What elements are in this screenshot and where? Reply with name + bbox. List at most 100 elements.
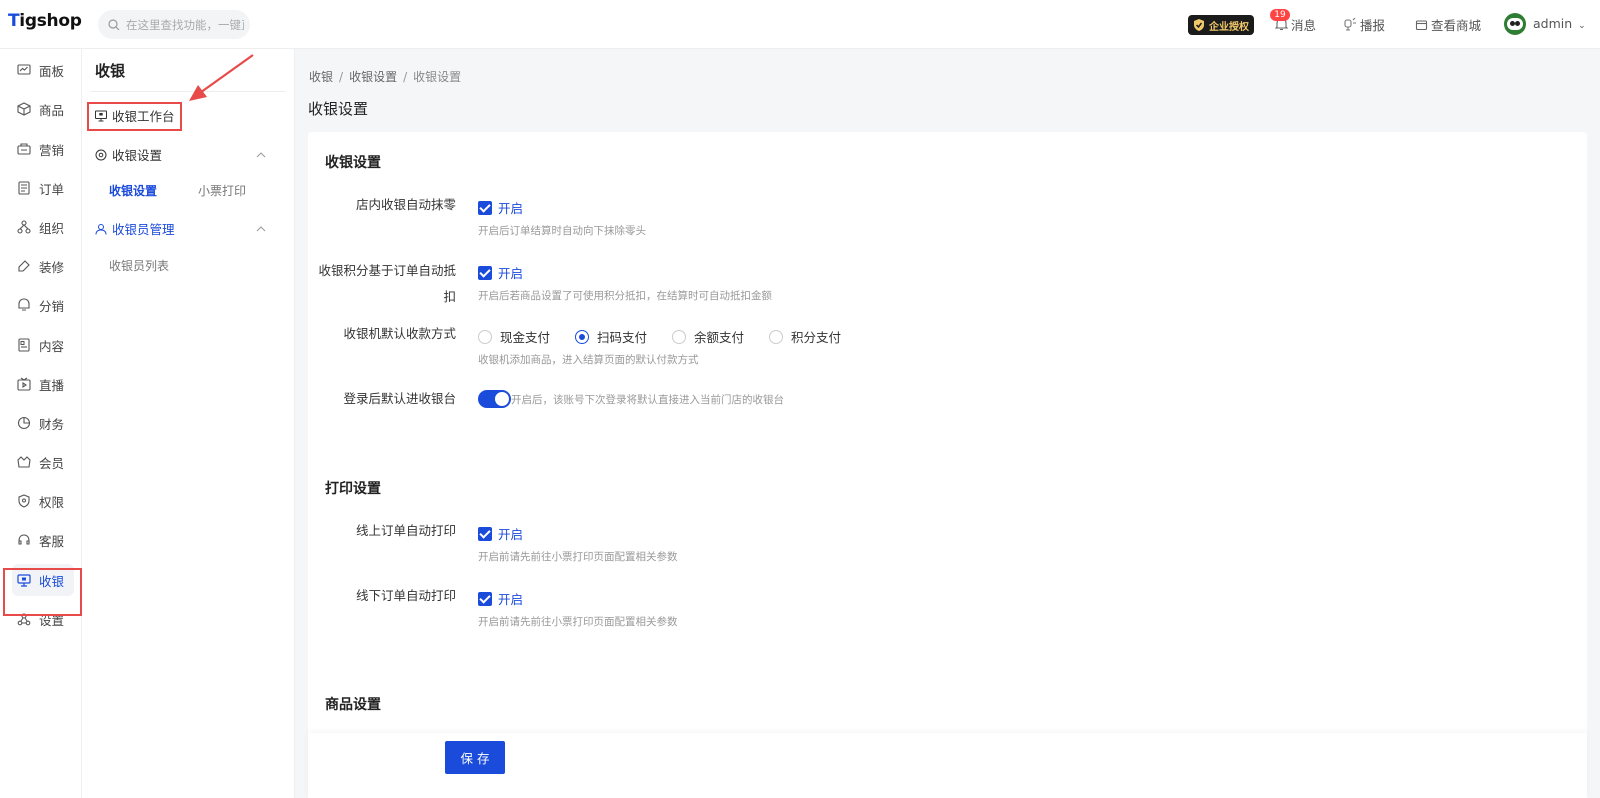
- sidebar-item-label: 权限: [39, 494, 65, 510]
- subnav-group-label: 收银员管理: [112, 222, 175, 237]
- permission-icon: [18, 494, 30, 508]
- checkbox-label: 开启: [498, 266, 524, 281]
- checkbox-checked[interactable]: [478, 591, 492, 606]
- checkbox-checked[interactable]: [478, 200, 492, 215]
- radio-points[interactable]: 积分支付: [769, 327, 841, 346]
- sidebar-item-live[interactable]: 直播: [12, 368, 74, 400]
- radio-label: 积分支付: [791, 330, 842, 345]
- subnav-link-cashier-list[interactable]: 收银员列表: [109, 257, 169, 274]
- view-store-button[interactable]: 查看商城: [1415, 15, 1481, 33]
- form-label: 收银积分基于订单自动抵 扣: [308, 258, 456, 310]
- sidebar-item-finance[interactable]: 财务: [12, 407, 74, 439]
- sidebar-item-label: 内容: [39, 338, 65, 354]
- search-input[interactable]: [126, 17, 244, 32]
- top-header: Tigshop 企业授权 消息 19 播报 查看商城 admin ⌄: [0, 0, 1600, 49]
- view-store-label: 查看商城: [1431, 17, 1482, 33]
- enterprise-auth-badge[interactable]: 企业授权: [1188, 15, 1254, 35]
- radio-balance[interactable]: 余额支付: [672, 327, 744, 346]
- online-print-checkbox[interactable]: 开启: [478, 524, 523, 543]
- member-icon: [17, 456, 31, 468]
- annotation-arrow-icon: [189, 54, 254, 101]
- store-icon: [1415, 19, 1428, 30]
- sidebar-item-customer-service[interactable]: 客服: [12, 524, 74, 556]
- auth-badge-label: 企业授权: [1209, 21, 1249, 33]
- subnav-group-cashier-staff[interactable]: 收银员管理: [95, 219, 283, 238]
- sidebar-item-marketing[interactable]: 营销: [12, 133, 74, 165]
- sidebar-item-decoration[interactable]: 装修: [12, 250, 74, 282]
- subnav-group-cashier-settings[interactable]: 收银设置: [95, 145, 283, 164]
- radio-label: 余额支付: [694, 330, 745, 345]
- offline-print-checkbox[interactable]: 开启: [478, 589, 523, 608]
- form-label: 店内收银自动抹零: [355, 197, 456, 212]
- sidebar-item-label: 组织: [39, 220, 65, 236]
- sidebar-item-organization[interactable]: 组织: [12, 211, 74, 243]
- distribution-icon: [18, 298, 30, 311]
- form-hint: 开启后若商品设置了可使用积分抵扣，在结算时可自动抵扣金额: [478, 290, 772, 302]
- breadcrumb-item[interactable]: 收银设置: [349, 70, 397, 84]
- checkbox-label: 开启: [498, 527, 524, 542]
- highlight-box-cashier-nav: [3, 568, 82, 616]
- sidebar-item-content[interactable]: 内容: [12, 329, 74, 361]
- radio-label: 扫码支付: [597, 330, 648, 345]
- form-label: 线上订单自动打印: [355, 523, 456, 538]
- order-icon: [18, 181, 30, 195]
- radio-scan[interactable]: 扫码支付: [575, 327, 647, 346]
- service-icon: [18, 534, 30, 545]
- checkbox-checked[interactable]: [478, 265, 492, 280]
- finance-icon: [17, 416, 31, 430]
- card-title: 收银设置: [325, 155, 381, 171]
- form-hint: 开启前请先前往小票打印页面配置相关参数: [478, 551, 678, 563]
- subnav-link-cashier-settings[interactable]: 收银设置: [109, 182, 157, 199]
- marketing-icon: [17, 143, 31, 155]
- avatar[interactable]: [1504, 13, 1526, 35]
- search-box[interactable]: [98, 10, 250, 39]
- chevron-up-icon[interactable]: [256, 225, 266, 232]
- sticky-footer: 保存: [308, 733, 1587, 798]
- pay-method-radio-group: 现金支付 扫码支付 余额支付 积分支付: [478, 327, 866, 346]
- broadcast-icon: [1344, 17, 1356, 31]
- sidebar-item-label: 会员: [39, 455, 65, 471]
- content-icon: [18, 338, 30, 352]
- sidebar-item-products[interactable]: 商品: [12, 93, 74, 125]
- page-title: 收银设置: [308, 100, 369, 118]
- form-label: 线下订单自动打印: [355, 588, 456, 603]
- sidebar-item-members[interactable]: 会员: [12, 446, 74, 478]
- sidebar-item-label: 分销: [39, 298, 65, 314]
- messages-label: 消息: [1291, 17, 1317, 33]
- form-label-line: 收银积分基于订单自动抵: [318, 263, 456, 278]
- points-deduct-checkbox[interactable]: 开启: [478, 263, 523, 282]
- chevron-up-icon[interactable]: [256, 151, 266, 158]
- form-hint: 收银机添加商品，进入结算页面的默认付款方式: [478, 354, 699, 366]
- sub-sidebar: 收银 收银工作台 收银设置 收银设置 小票打印 收银员管理 收银员列表: [82, 49, 295, 798]
- sidebar-item-dashboard[interactable]: 面板: [12, 54, 74, 86]
- auto-zero-checkbox[interactable]: 开启: [478, 198, 523, 217]
- search-icon: [108, 18, 120, 30]
- broadcast-button[interactable]: 播报: [1343, 15, 1385, 33]
- breadcrumb: 收银 / 收银设置 / 收银设置: [309, 70, 462, 84]
- settings-circle-icon: [95, 149, 107, 160]
- highlight-box-workbench: [87, 102, 182, 131]
- main-sidebar: 面板 商品 营销 订单 组织 装修 分销 内容 直播 财务 会员 权限 客服 收…: [0, 49, 82, 798]
- radio-cash[interactable]: 现金支付: [478, 327, 550, 346]
- logo[interactable]: Tigshop: [8, 11, 82, 31]
- login-default-toggle[interactable]: [478, 390, 511, 408]
- sidebar-item-label: 面板: [39, 63, 65, 79]
- user-menu[interactable]: admin ⌄: [1533, 16, 1586, 31]
- card-title: 打印设置: [325, 481, 381, 497]
- save-button[interactable]: 保存: [445, 741, 505, 774]
- sidebar-item-orders[interactable]: 订单: [12, 172, 74, 204]
- sidebar-item-distribution[interactable]: 分销: [12, 289, 74, 321]
- breadcrumb-item[interactable]: 收银: [309, 70, 333, 84]
- checkbox-checked[interactable]: [478, 526, 492, 541]
- sidebar-item-permissions[interactable]: 权限: [12, 485, 74, 517]
- subnav-link-receipt-print[interactable]: 小票打印: [198, 182, 246, 199]
- decorate-icon: [18, 260, 30, 272]
- login-default-toggle-row: 开启后，该账号下次登录将默认直接进入当前门店的收银台: [478, 390, 784, 408]
- form-label: 收银机默认收款方式: [343, 326, 456, 341]
- form-label-line: 扣: [443, 289, 456, 304]
- main-content: 收银 / 收银设置 / 收银设置 收银设置 收银设置 店内收银自动抹零 开启 开启后订单…: [295, 49, 1600, 798]
- breadcrumb-item-current: 收银设置: [413, 70, 462, 84]
- sidebar-item-label: 客服: [39, 533, 65, 549]
- live-icon: [17, 377, 31, 391]
- cashier-settings-card: 收银设置 店内收银自动抹零 开启 开启后订单结算时自动向下抹除零头 收银积分基于…: [308, 132, 1587, 496]
